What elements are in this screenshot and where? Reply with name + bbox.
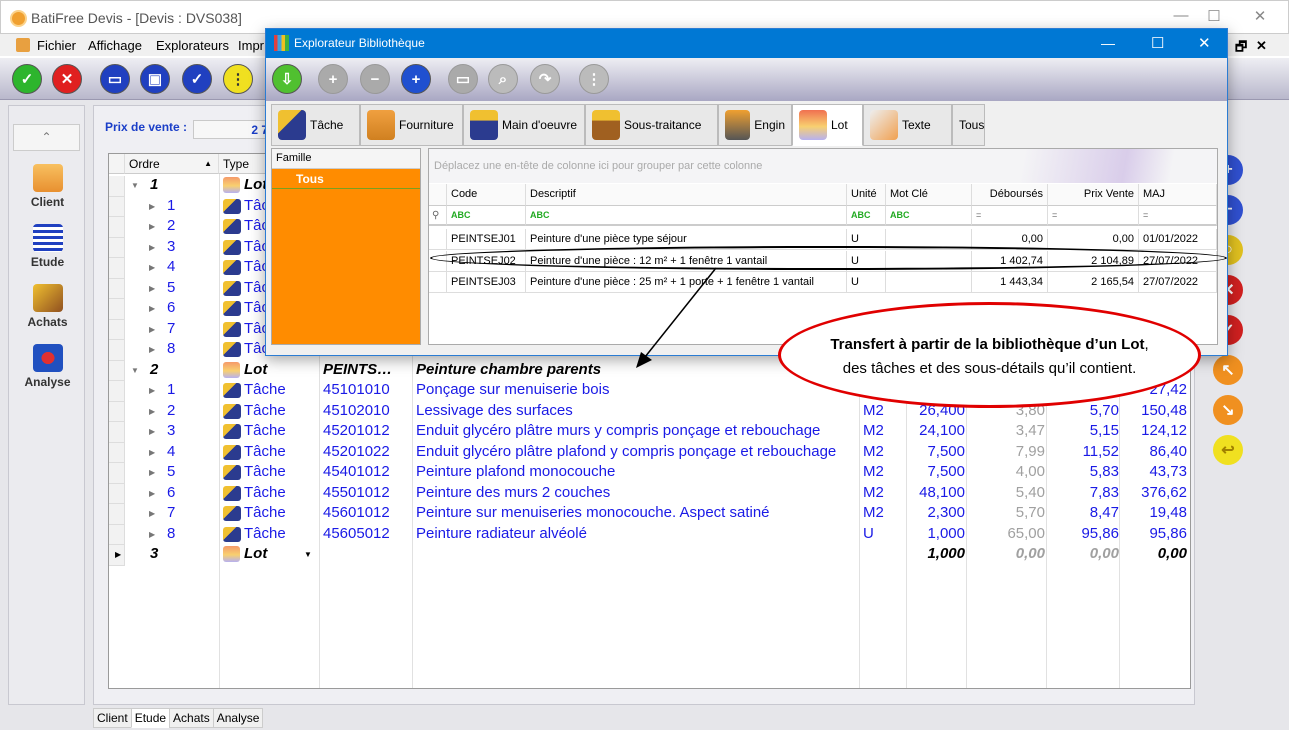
callout-text: des tâches et des sous-détails qu’il con… [842, 360, 1137, 377]
annotation-callout: Transfert à partir de la bibliothèque d’… [778, 302, 1201, 408]
callout-bold-text: Transfert à partir de la bibliothèque d’… [830, 336, 1145, 353]
